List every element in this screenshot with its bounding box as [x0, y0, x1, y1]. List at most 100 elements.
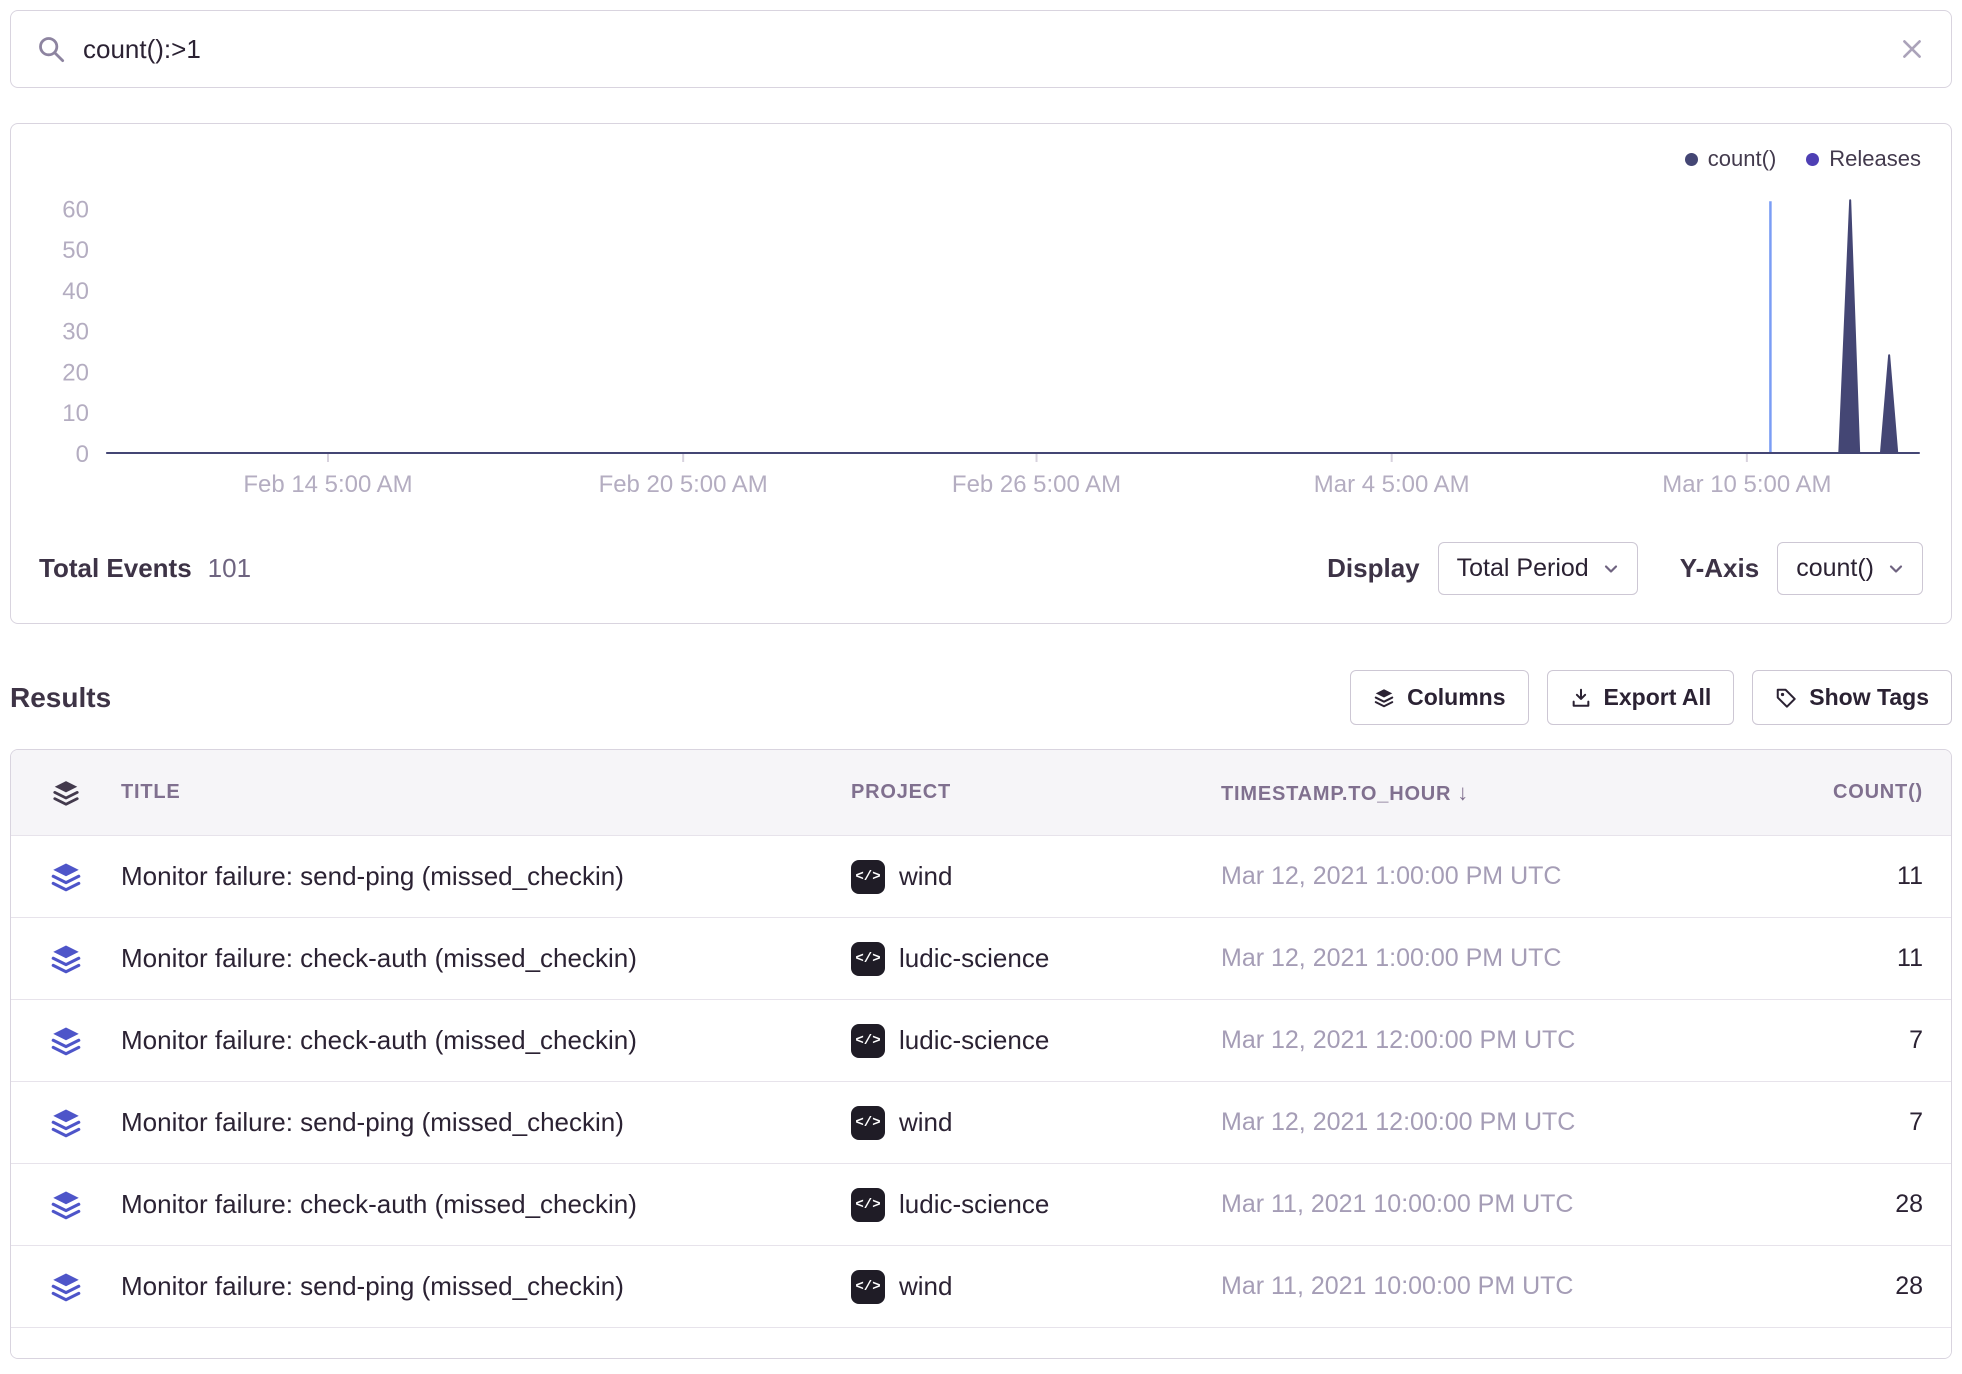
- row-timestamp: Mar 12, 2021 1:00:00 PM UTC: [1221, 944, 1753, 973]
- row-timestamp: Mar 12, 2021 12:00:00 PM UTC: [1221, 1026, 1753, 1055]
- svg-text:Feb 26 5:00 AM: Feb 26 5:00 AM: [952, 471, 1121, 498]
- close-icon[interactable]: [1899, 36, 1925, 62]
- row-title[interactable]: Monitor failure: check-auth (missed_chec…: [121, 1025, 851, 1056]
- row-title[interactable]: Monitor failure: send-ping (missed_check…: [121, 1271, 851, 1302]
- stack-icon[interactable]: [49, 942, 83, 976]
- chart-panel: count() Releases 0102030405060Feb 14 5:0…: [10, 123, 1952, 624]
- download-icon: [1570, 687, 1592, 709]
- search-input[interactable]: [83, 34, 1881, 65]
- svg-text:40: 40: [62, 278, 89, 305]
- show-tags-button-label: Show Tags: [1809, 684, 1929, 711]
- total-events-value: 101: [208, 553, 251, 584]
- row-project: </> wind: [851, 860, 1221, 894]
- row-timestamp: Mar 11, 2021 10:00:00 PM UTC: [1221, 1190, 1753, 1219]
- svg-text:50: 50: [62, 237, 89, 264]
- legend-label: Releases: [1829, 146, 1921, 172]
- row-title[interactable]: Monitor failure: send-ping (missed_check…: [121, 1107, 851, 1138]
- project-name: ludic-science: [899, 1189, 1049, 1220]
- row-project: </> wind: [851, 1270, 1221, 1304]
- project-platform-icon: </>: [851, 1106, 885, 1140]
- stack-column-header: [11, 778, 121, 808]
- row-project: </> ludic-science: [851, 942, 1221, 976]
- show-tags-button[interactable]: Show Tags: [1752, 670, 1952, 725]
- project-name: ludic-science: [899, 943, 1049, 974]
- project-platform-icon: </>: [851, 1024, 885, 1058]
- columns-button-label: Columns: [1407, 684, 1505, 711]
- svg-text:0: 0: [76, 441, 89, 468]
- display-label: Display: [1327, 553, 1420, 584]
- table-row[interactable]: Monitor failure: send-ping (missed_check…: [11, 1246, 1951, 1328]
- column-header-project[interactable]: PROJECT: [851, 781, 1221, 804]
- column-header-count[interactable]: COUNT(): [1753, 781, 1923, 804]
- table-row[interactable]: Monitor failure: check-auth (missed_chec…: [11, 918, 1951, 1000]
- row-count: 11: [1753, 862, 1923, 891]
- svg-text:Mar 10 5:00 AM: Mar 10 5:00 AM: [1662, 471, 1831, 498]
- display-dropdown[interactable]: Total Period: [1438, 542, 1638, 595]
- row-title[interactable]: Monitor failure: send-ping (missed_check…: [121, 861, 851, 892]
- row-project: </> ludic-science: [851, 1188, 1221, 1222]
- table-row[interactable]: Monitor failure: send-ping (missed_check…: [11, 1082, 1951, 1164]
- row-title[interactable]: Monitor failure: check-auth (missed_chec…: [121, 1189, 851, 1220]
- chart-legend: count() Releases: [35, 142, 1927, 176]
- legend-label: count(): [1708, 146, 1776, 172]
- project-platform-icon: </>: [851, 1270, 885, 1304]
- tag-icon: [1775, 687, 1797, 709]
- table-row[interactable]: Monitor failure: check-auth (missed_chec…: [11, 1000, 1951, 1082]
- chevron-down-icon: [1603, 561, 1619, 577]
- stack-icon[interactable]: [49, 1024, 83, 1058]
- svg-text:60: 60: [62, 196, 89, 223]
- stack-icon[interactable]: [49, 1188, 83, 1222]
- layers-icon: [1373, 687, 1395, 709]
- yaxis-dropdown[interactable]: count(): [1777, 542, 1923, 595]
- project-platform-icon: </>: [851, 860, 885, 894]
- project-name: wind: [899, 861, 952, 892]
- stack-icon[interactable]: [49, 1270, 83, 1304]
- svg-text:20: 20: [62, 359, 89, 386]
- yaxis-dropdown-value: count(): [1796, 554, 1874, 583]
- stack-icon[interactable]: [49, 1106, 83, 1140]
- column-header-title[interactable]: TITLE: [121, 781, 851, 804]
- legend-dot-releases: [1806, 153, 1819, 166]
- project-platform-icon: </>: [851, 1188, 885, 1222]
- results-table: TITLE PROJECT TIMESTAMP.TO_HOUR↓ COUNT()…: [10, 749, 1952, 1359]
- svg-text:Feb 20 5:00 AM: Feb 20 5:00 AM: [599, 471, 768, 498]
- project-name: wind: [899, 1107, 952, 1138]
- row-count: 28: [1753, 1272, 1923, 1301]
- svg-text:Mar 4 5:00 AM: Mar 4 5:00 AM: [1314, 471, 1470, 498]
- search-icon: [37, 35, 65, 63]
- legend-dot-count: [1685, 153, 1698, 166]
- table-header-row: TITLE PROJECT TIMESTAMP.TO_HOUR↓ COUNT(): [11, 750, 1951, 836]
- export-all-button[interactable]: Export All: [1547, 670, 1735, 725]
- row-count: 11: [1753, 944, 1923, 973]
- row-timestamp: Mar 12, 2021 12:00:00 PM UTC: [1221, 1108, 1753, 1137]
- project-name: wind: [899, 1271, 952, 1302]
- columns-button[interactable]: Columns: [1350, 670, 1528, 725]
- legend-item-count[interactable]: count(): [1685, 146, 1776, 172]
- search-bar: [10, 10, 1952, 88]
- legend-item-releases[interactable]: Releases: [1806, 146, 1921, 172]
- layers-icon: [51, 778, 81, 808]
- total-events-label: Total Events: [39, 553, 192, 584]
- sort-desc-icon: ↓: [1457, 780, 1469, 805]
- chevron-down-icon: [1888, 561, 1904, 577]
- svg-text:30: 30: [62, 319, 89, 346]
- row-project: </> ludic-science: [851, 1024, 1221, 1058]
- results-header: Results Columns Export All Show Tags: [10, 670, 1952, 725]
- table-row[interactable]: Monitor failure: check-auth (missed_chec…: [11, 1164, 1951, 1246]
- row-project: </> wind: [851, 1106, 1221, 1140]
- row-count: 7: [1753, 1026, 1923, 1055]
- total-events: Total Events 101: [39, 553, 251, 584]
- chart-svg: 0102030405060Feb 14 5:00 AMFeb 20 5:00 A…: [35, 176, 1927, 528]
- table-row[interactable]: Monitor failure: send-ping (missed_check…: [11, 836, 1951, 918]
- row-timestamp: Mar 12, 2021 1:00:00 PM UTC: [1221, 862, 1753, 891]
- results-heading: Results: [10, 682, 111, 714]
- row-timestamp: Mar 11, 2021 10:00:00 PM UTC: [1221, 1272, 1753, 1301]
- chart-panel-footer: Total Events 101 Display Total Period Y-…: [35, 542, 1927, 595]
- row-title[interactable]: Monitor failure: check-auth (missed_chec…: [121, 943, 851, 974]
- column-header-timestamp[interactable]: TIMESTAMP.TO_HOUR↓: [1221, 780, 1753, 806]
- project-platform-icon: </>: [851, 942, 885, 976]
- table-footer: [11, 1328, 1951, 1358]
- events-chart[interactable]: 0102030405060Feb 14 5:00 AMFeb 20 5:00 A…: [35, 176, 1927, 528]
- stack-icon[interactable]: [49, 860, 83, 894]
- row-count: 7: [1753, 1108, 1923, 1137]
